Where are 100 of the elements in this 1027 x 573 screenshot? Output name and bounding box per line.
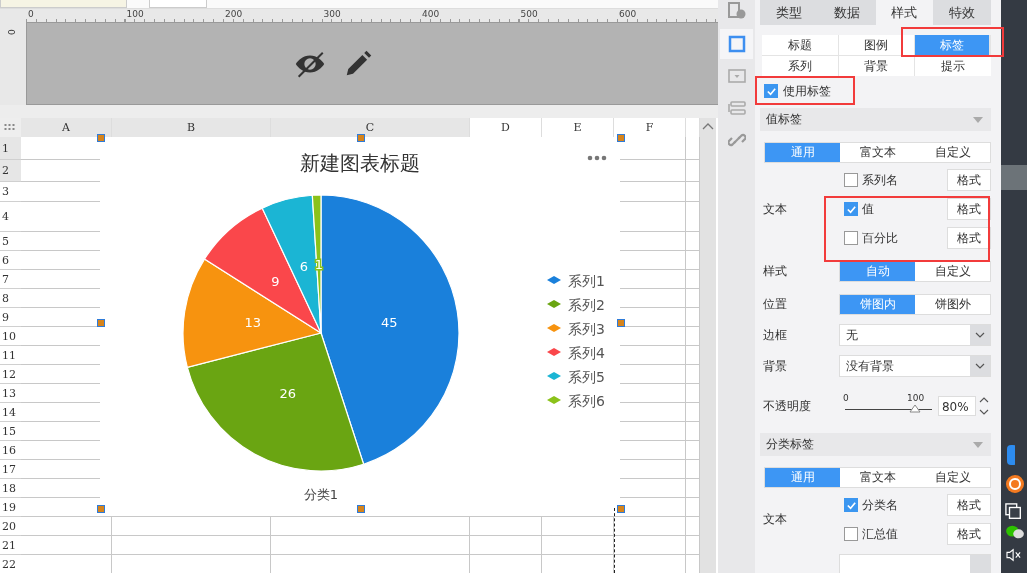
checkbox[interactable] [844,527,858,541]
series-label: 分类1 [303,487,339,502]
vertical-scrollbar[interactable] [700,118,716,573]
table-cell[interactable] [271,517,470,536]
subtab[interactable]: 系列 [762,56,838,76]
resize-handle[interactable] [97,505,105,513]
subtab[interactable]: 图例 [838,35,915,55]
table-cell[interactable] [542,536,614,555]
field-label: 文本 [762,200,788,218]
legend-label[interactable]: 系列4 [568,345,605,361]
mode-tab[interactable]: 富文本 [840,143,915,162]
chat-icon[interactable] [1005,524,1025,540]
table-cell[interactable] [21,517,112,536]
dropdown[interactable]: 没有背景 [839,355,991,377]
field-label: 位置 [762,296,788,313]
legend-label[interactable]: 系列1 [568,273,605,289]
pie-slice[interactable] [320,194,460,465]
column-header[interactable]: E [542,118,614,137]
column-header[interactable]: D [470,118,542,137]
tab[interactable]: 数据 [817,0,876,25]
dropdown[interactable]: 无 [839,324,991,346]
legend-label[interactable]: 系列2 [568,297,605,313]
field-label: 背景 [762,357,788,375]
subtab[interactable]: 标题 [762,35,838,55]
section-title: 值标签 [766,111,802,128]
table-cell[interactable] [271,536,470,555]
format-button[interactable]: 格式 [947,227,991,249]
table-cell[interactable] [21,536,112,555]
pie-slice[interactable] [182,258,322,368]
section-header[interactable]: 值标签 [760,108,991,131]
format-button[interactable]: 格式 [947,523,991,545]
format-button[interactable]: 格式 [947,198,991,220]
option-toggle[interactable]: 自定义 [915,262,990,281]
resize-handle[interactable] [357,505,365,513]
checkbox-label[interactable]: 使用标签 [783,82,831,100]
subtab[interactable]: 提示 [915,56,991,76]
ruler-label: 0 [28,9,34,19]
mode-tab[interactable]: 富文本 [840,468,915,487]
subtab[interactable]: 背景 [838,56,915,76]
checkbox-label[interactable]: 百分比 [862,229,898,247]
resize-handle[interactable] [617,319,625,327]
pie-slice[interactable] [203,207,322,334]
font-field[interactable] [0,0,127,8]
spin-arrows-icon[interactable] [978,396,989,416]
copy-icon[interactable] [1005,503,1023,521]
more-icon[interactable] [587,155,607,161]
format-button[interactable]: 格式 [947,169,991,191]
table-cell[interactable] [614,536,686,555]
resize-handle[interactable] [97,319,105,327]
checkbox-label[interactable]: 系列名 [862,171,898,189]
option-toggle[interactable]: 饼图外 [915,295,990,314]
pie-slice[interactable] [311,194,322,334]
table-cell[interactable] [542,517,614,536]
pie-slice[interactable] [261,194,322,334]
legend-label[interactable]: 系列5 [568,369,605,385]
table-cell[interactable] [614,517,686,536]
tool-button[interactable] [720,29,753,59]
column-header[interactable]: A [21,118,112,137]
checkbox[interactable] [764,84,778,98]
table-cell[interactable] [470,536,542,555]
table-cell[interactable] [112,536,271,555]
column-header[interactable]: C [271,118,470,137]
dropdown[interactable] [839,554,991,573]
resize-handle[interactable] [97,134,105,142]
table-cell[interactable] [112,517,271,536]
font-size-field[interactable] [149,0,207,8]
section-header[interactable]: 分类标签 [760,433,991,456]
format-button[interactable]: 格式 [947,494,991,516]
chart-title: 新建图表标题 [300,151,420,175]
field-label: 文本 [762,511,788,528]
tab[interactable]: 特效 [933,0,991,25]
checkbox[interactable] [844,173,858,187]
checkbox[interactable] [844,498,858,512]
resize-handle[interactable] [357,134,365,142]
speaker-muted-icon[interactable] [1005,548,1023,562]
pie-slice[interactable] [186,332,365,472]
legend-label[interactable]: 系列3 [568,321,605,337]
checkbox-label[interactable]: 分类名 [862,496,898,514]
data-label: 13 [244,315,262,331]
resize-handle[interactable] [617,505,625,513]
opacity-slider[interactable]: 0 100 [843,395,932,417]
column-header[interactable]: F [614,118,686,137]
row-header[interactable]: 1 [0,137,21,160]
row-header[interactable]: 2 [0,160,21,182]
tab[interactable]: 类型 [760,0,818,25]
mode-tab[interactable]: 自定义 [915,468,990,487]
checkbox-label[interactable]: 汇总值 [862,525,898,543]
table-cell[interactable] [470,517,542,536]
checkbox-label[interactable]: 值 [862,200,874,218]
checkbox[interactable] [844,231,858,245]
slider-max-label: 100 [907,393,925,403]
checkbox[interactable] [844,202,858,216]
mode-tab[interactable]: 自定义 [915,143,990,162]
scroll-up-icon[interactable] [702,122,714,130]
slider-thumb[interactable] [908,404,921,413]
section-title: 分类标签 [766,436,814,453]
legend-label[interactable]: 系列6 [568,393,605,409]
column-header[interactable]: B [112,118,271,137]
resize-handle[interactable] [617,134,625,142]
app-icon[interactable] [1005,474,1025,494]
